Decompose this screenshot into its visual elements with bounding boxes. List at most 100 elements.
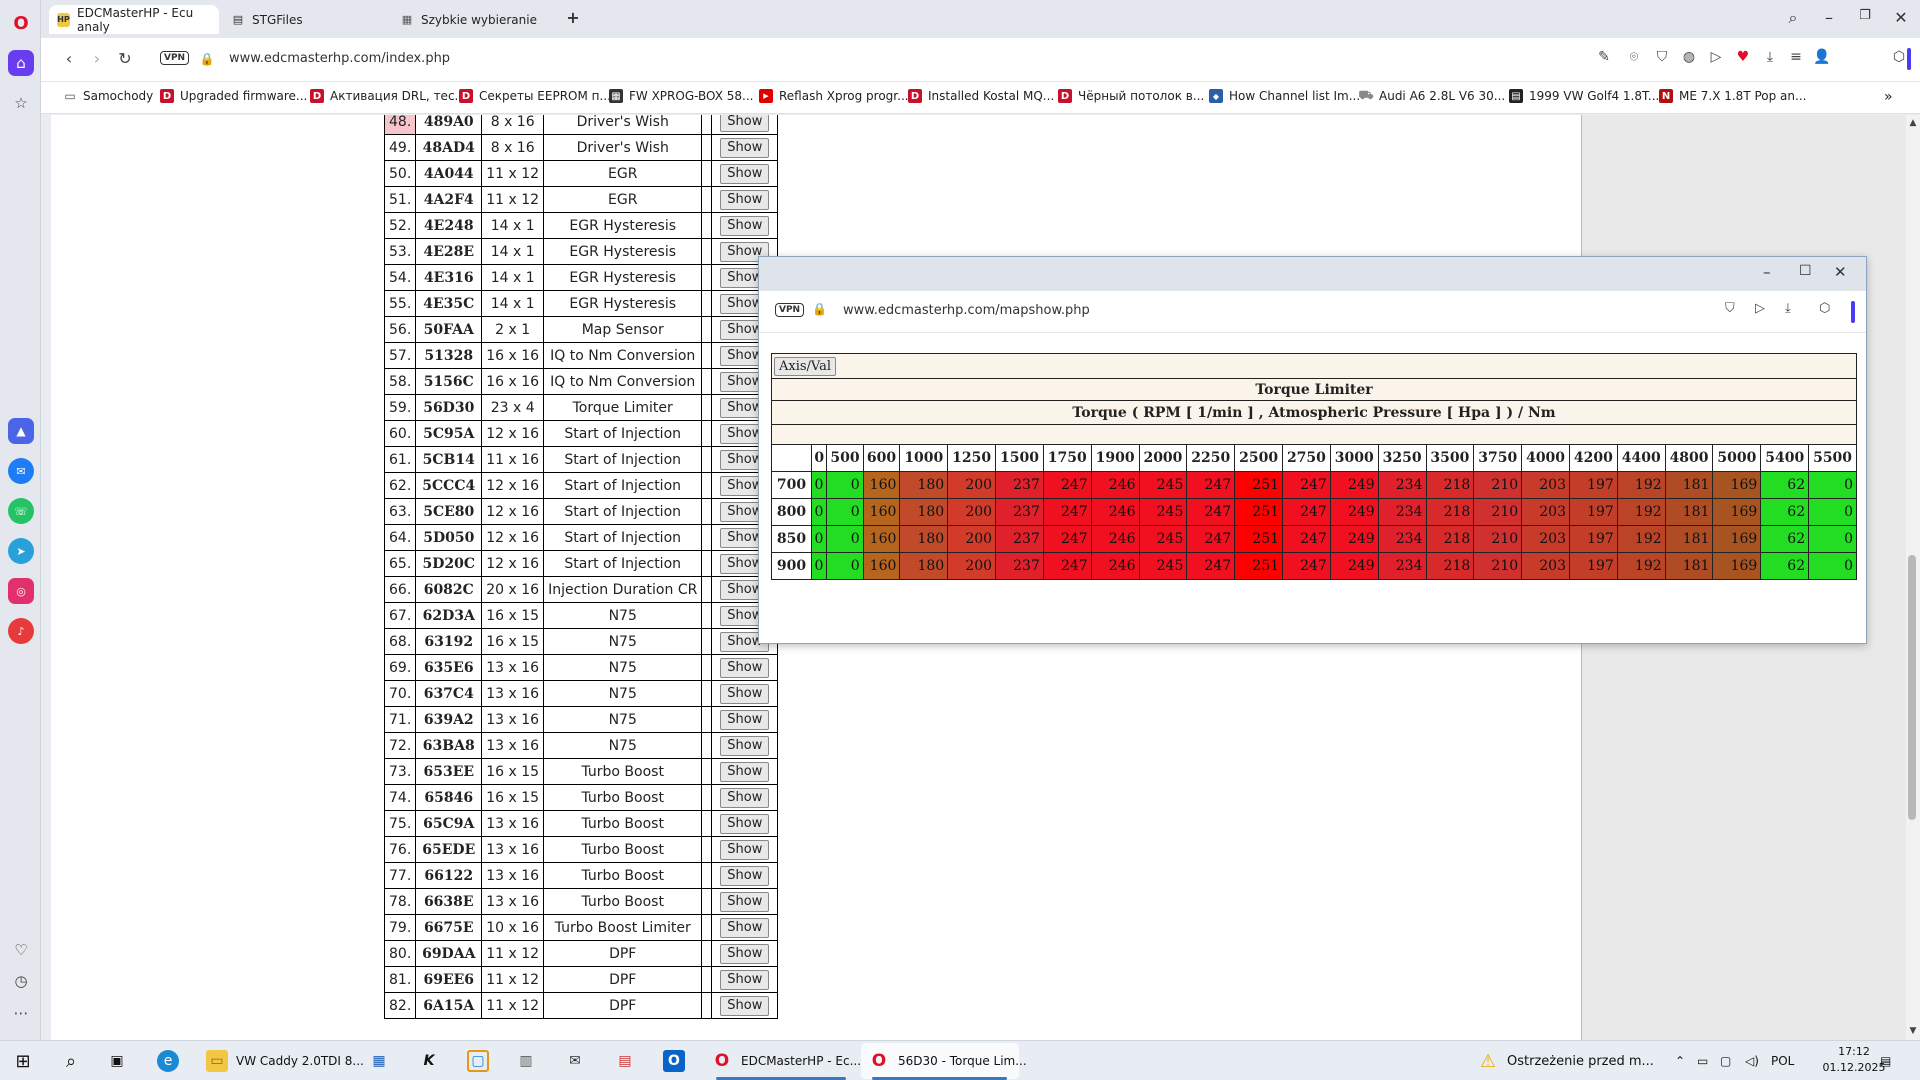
forward-icon[interactable]: ›	[85, 49, 109, 68]
download-icon[interactable]: ⤓	[1760, 49, 1780, 65]
maximize-icon[interactable]: ☐	[1799, 263, 1812, 279]
k-app-button[interactable]: K	[418, 1049, 448, 1073]
bookmark-item[interactable]: ▶ Reflash Xprog progr...	[759, 89, 909, 103]
lock-icon[interactable]: 🔒	[195, 52, 219, 66]
show-button[interactable]: Show	[720, 813, 770, 834]
minimize-icon[interactable]: –	[1763, 263, 1771, 281]
app-button[interactable]: ▤	[614, 1049, 644, 1073]
show-button[interactable]: Show	[720, 969, 770, 990]
tray-network-icon[interactable]: ▭	[1697, 1049, 1708, 1073]
shield-icon[interactable]: ⛉	[1652, 49, 1672, 65]
bookmark-item[interactable]: N ME 7.X 1.8T Pop an...	[1659, 89, 1806, 103]
outlook-button[interactable]: O	[663, 1049, 693, 1073]
bookmark-item[interactable]: ▤ 1999 VW Golf4 1.8T...	[1509, 89, 1659, 103]
show-button[interactable]: Show	[720, 787, 770, 808]
edge-button[interactable]: e	[157, 1049, 187, 1073]
shield-icon[interactable]: ⛉	[1725, 301, 1735, 316]
reload-icon[interactable]: ↻	[113, 49, 137, 68]
grid-app-button[interactable]: ▦	[368, 1049, 398, 1073]
close-icon[interactable]: ✕	[1887, 8, 1915, 27]
bookmark-item[interactable]: D Секреты EEPROM п...	[459, 89, 611, 103]
show-button[interactable]: Show	[720, 761, 770, 782]
profile-icon[interactable]: 👤	[1812, 49, 1832, 65]
lock-icon[interactable]: 🔒	[812, 302, 827, 316]
show-button[interactable]: Show	[720, 115, 770, 132]
music-icon[interactable]: ♪	[8, 618, 34, 644]
tray-volume-icon[interactable]: ◁)	[1745, 1049, 1759, 1073]
minimize-icon[interactable]: –	[1815, 8, 1843, 27]
bookmark-item[interactable]: D Активация DRL, тес...	[310, 89, 466, 103]
show-button[interactable]: Show	[720, 683, 770, 704]
globe-icon[interactable]: ◍	[1679, 49, 1699, 65]
show-button[interactable]: Show	[720, 137, 770, 158]
close-icon[interactable]: ✕	[1834, 263, 1847, 281]
back-icon[interactable]: ‹	[57, 49, 81, 68]
star-icon[interactable]: ☆	[8, 90, 34, 116]
bookmark-item[interactable]: D Upgraded firmware...	[160, 89, 307, 103]
camera-icon[interactable]: ⌾	[1624, 49, 1644, 65]
show-button[interactable]: Show	[720, 917, 770, 938]
sidebar-toggle[interactable]	[1851, 301, 1855, 323]
bookmark-item[interactable]: D Installed Kostal MQ...	[908, 89, 1054, 103]
home-icon[interactable]: ⌂	[8, 50, 34, 76]
tab-edcmasterhp[interactable]: HP EDCMasterHP - Ecu analy	[49, 5, 219, 34]
show-button[interactable]: Show	[720, 865, 770, 886]
whatsapp-icon[interactable]: ☏	[8, 498, 34, 524]
url-field[interactable]: www.edcmasterhp.com/index.php	[229, 51, 450, 66]
bookmarks-overflow-icon[interactable]: »	[1884, 89, 1893, 105]
vpn-badge[interactable]: VPN	[775, 303, 805, 317]
show-button[interactable]: Show	[720, 995, 770, 1016]
more-icon[interactable]: ⋯	[8, 1000, 34, 1026]
send-icon[interactable]: ▷	[1706, 49, 1726, 65]
download-icon[interactable]: ⤓	[1785, 301, 1791, 316]
search-tabs-icon[interactable]: ⌕	[1779, 8, 1807, 28]
taskbar-item-opera-main[interactable]: O EDCMasterHP - Ec...	[711, 1049, 861, 1073]
show-button[interactable]: Show	[720, 891, 770, 912]
show-button[interactable]: Show	[720, 735, 770, 756]
tray-monitor-icon[interactable]: ▢	[1720, 1049, 1731, 1073]
search-button[interactable]: ⌕	[60, 1049, 90, 1073]
notification-warning[interactable]: ⚠ Ostrzeżenie przed m...	[1477, 1049, 1654, 1073]
menu-icon[interactable]: ≡	[1786, 49, 1806, 65]
opera-logo-icon[interactable]: O	[8, 10, 34, 36]
vpn-badge[interactable]: VPN	[160, 51, 190, 65]
show-button[interactable]: Show	[720, 163, 770, 184]
mail-button[interactable]: ✉	[564, 1049, 594, 1073]
bookmark-item[interactable]: ◆ How Channel list Im...	[1209, 89, 1360, 103]
instagram-icon[interactable]: ◎	[8, 578, 34, 604]
new-tab-button[interactable]: +	[559, 8, 587, 27]
show-button[interactable]: Show	[720, 657, 770, 678]
show-button[interactable]: Show	[720, 943, 770, 964]
taskbar-item-explorer[interactable]: ▭ VW Caddy 2.0TDI 8...	[206, 1049, 364, 1073]
bookmark-item[interactable]: ▭ Samochody	[63, 89, 153, 103]
notification-center-icon[interactable]: ▤	[1880, 1049, 1891, 1073]
extensions-icon[interactable]: ⬡	[1819, 301, 1830, 316]
tray-chevron-icon[interactable]: ⌃	[1675, 1049, 1685, 1073]
show-button[interactable]: Show	[720, 215, 770, 236]
heart-filled-icon[interactable]: ♥	[1733, 49, 1753, 65]
send-icon[interactable]: ▷	[1755, 301, 1765, 316]
show-button[interactable]: Show	[720, 709, 770, 730]
tab-speed-dial[interactable]: ▦ Szybkie wybieranie	[392, 5, 567, 34]
scrollbar-thumb[interactable]	[1908, 555, 1916, 820]
restore-icon[interactable]: ❐	[1851, 8, 1879, 23]
edit-icon[interactable]: ✎	[1594, 49, 1614, 65]
language-indicator[interactable]: POL	[1771, 1049, 1794, 1073]
axis-val-button[interactable]: Axis/Val	[774, 356, 837, 376]
ai-icon[interactable]: ▲	[8, 418, 34, 444]
show-button[interactable]: Show	[720, 839, 770, 860]
history-icon[interactable]: ◷	[8, 968, 34, 994]
app-button[interactable]: ▢	[467, 1049, 497, 1073]
bookmark-item[interactable]: ▦ FW XPROG-BOX 58...	[609, 89, 753, 103]
sidebar-toggle[interactable]	[1907, 48, 1911, 70]
start-button[interactable]: ⊞	[12, 1049, 42, 1073]
bookmark-item[interactable]: ⛟ Audi A6 2.8L V6 30...	[1358, 88, 1505, 103]
show-button[interactable]: Show	[720, 189, 770, 210]
scroll-up-icon[interactable]: ▲	[1906, 118, 1920, 128]
task-view-button[interactable]: ▣	[106, 1049, 136, 1073]
taskbar-item-opera-popup[interactable]: O 56D30 - Torque Lim...	[868, 1049, 1027, 1073]
popup-url[interactable]: www.edcmasterhp.com/mapshow.php	[843, 303, 1090, 318]
messenger-icon[interactable]: ✉	[8, 458, 34, 484]
extensions-icon[interactable]: ⬡	[1889, 49, 1909, 65]
tab-stgfiles[interactable]: ▤ STGFiles	[223, 5, 388, 34]
